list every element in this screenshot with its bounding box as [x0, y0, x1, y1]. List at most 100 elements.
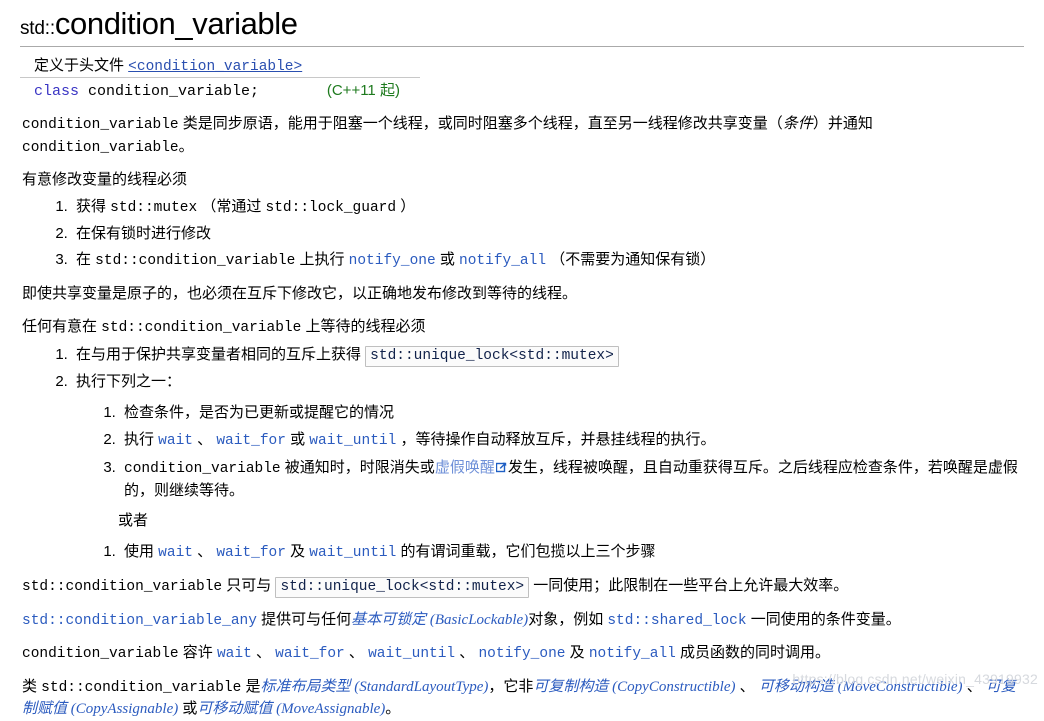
copy-constructible-link[interactable]: 可复制构造 (CopyConstructible) — [533, 679, 735, 695]
traits-text-5: 或 — [178, 700, 198, 718]
header-file-link[interactable]: <condition_variable> — [128, 59, 302, 75]
basic-lockable-link[interactable]: 基本可锁定 (BasicLockable) — [351, 612, 528, 628]
external-link-icon — [495, 462, 507, 473]
notify-all-link[interactable]: notify_all — [459, 253, 546, 269]
alt-wait-for-link[interactable]: wait_for — [216, 545, 286, 561]
intro-text-3: 。 — [178, 137, 194, 155]
modify-lead: 有意修改变量的线程必须 — [22, 171, 188, 189]
intro-text-2: ）并通知 — [812, 115, 873, 132]
notify-one-link[interactable]: notify_one — [349, 253, 436, 269]
move-assignable-link[interactable]: 可移动赋值 (MoveAssignable) — [197, 701, 385, 717]
concurrent-wait-for-link[interactable]: wait_for — [275, 646, 345, 662]
concurrent-text-6: 成员函数的同时调用。 — [675, 644, 831, 662]
alt-wait-until-link[interactable]: wait_until — [309, 545, 396, 561]
list-item: 在 std::condition_variable 上执行 notify_one… — [72, 249, 1044, 272]
traits-text-1: 是 — [241, 677, 261, 695]
intro-text-1: 类是同步原语，能用于阻塞一个线程，或同时阻塞多个线程，直至另一线程修改共享变量（ — [178, 115, 783, 132]
list-item: 在与用于保护共享变量者相同的互斥上获得 std::unique_lock<std… — [72, 344, 1044, 368]
traits-text-3: 、 — [735, 677, 759, 695]
unique-lock-text-1: 只可与 — [222, 577, 276, 595]
concurrent-text-1: 容许 — [178, 644, 217, 662]
declaration-signature-row: class condition_variable; (C++11 起) — [20, 78, 420, 103]
substep2-text-3: 或 — [285, 430, 310, 448]
list-item: 在保有锁时进行修改 — [72, 223, 1044, 245]
intro-paragraph: condition_variable 类是同步原语，能用于阻塞一个线程，或同时阻… — [22, 113, 1028, 158]
list-item: condition_variable 被通知时，时限消失或虚假唤醒发生，线程被唤… — [120, 457, 1024, 502]
step3-text-3: 或 — [435, 251, 460, 269]
concurrent-notify-all-link[interactable]: notify_all — [589, 646, 676, 662]
substep2-text-4: ，等待操作自动释放互斥，并悬挂线程的执行。 — [396, 430, 716, 448]
intro-italic-condition: 条件 — [782, 115, 813, 132]
traits-text-0: 类 — [22, 677, 42, 695]
page-title-namespace: std:: — [20, 18, 55, 39]
type-traits-paragraph: 类 std::condition_variable 是标准布局类型 (Stand… — [22, 676, 1028, 721]
step3-code-cv: std::condition_variable — [95, 253, 296, 270]
declaration-header-row: 定义于头文件 <condition_variable> — [20, 53, 420, 78]
wait-until-link[interactable]: wait_until — [309, 433, 396, 449]
intro-code-1: condition_variable — [22, 117, 179, 133]
wait-for-link[interactable]: wait_for — [216, 433, 286, 449]
step1-text-1: 获得 — [76, 198, 111, 216]
wait-step2-text: 执行下列之一： — [76, 373, 182, 391]
defined-in-cell: 定义于头文件 <condition_variable> — [20, 53, 420, 78]
concurrent-notify-one-link[interactable]: notify_one — [478, 646, 565, 662]
substep2-text-2: 、 — [192, 430, 217, 448]
condition-variable-any-paragraph: std::condition_variable_any 提供可与任何基本可锁定 … — [22, 609, 1028, 632]
any-text-1: 提供可与任何 — [256, 610, 352, 628]
modify-steps-list: 获得 std::mutex （常通过 std::lock_guard ） 在保有… — [0, 196, 1044, 272]
wait-lead-pre: 任何有意在 — [22, 317, 102, 335]
substep3-code: condition_variable — [124, 460, 281, 477]
cv-code: std::condition_variable — [22, 579, 223, 596]
step3-text-1: 在 — [76, 251, 96, 269]
unique-lock-text-2: 一同使用；此限制在一些平台上允许最大效率。 — [529, 577, 849, 595]
shared-lock-link[interactable]: std::shared_lock — [607, 613, 746, 629]
wait-lead-code: std::condition_variable — [101, 319, 302, 336]
atomic-note: 即使共享变量是原子的，也必须在互斥下修改它，以正确地发布修改到等待的线程。 — [22, 285, 578, 303]
concurrent-text-4: 、 — [455, 644, 479, 662]
unique-lock-codebox: std::unique_lock<std::mutex> — [365, 346, 619, 368]
step1-code-mutex: std::mutex — [110, 200, 198, 217]
standard-layout-type-link[interactable]: 标准布局类型 (StandardLayoutType) — [260, 679, 488, 695]
step1-text-2: （常通过 — [197, 198, 266, 216]
wait-link[interactable]: wait — [158, 433, 193, 449]
since-version-badge: (C++11 起) — [326, 82, 400, 99]
step1-text-3: ） — [396, 198, 416, 216]
alt-wait-link[interactable]: wait — [158, 545, 193, 561]
alt-text-3: 及 — [285, 543, 310, 561]
alt-text-2: 、 — [192, 543, 217, 561]
title-divider — [20, 46, 1024, 47]
concurrent-wait-link[interactable]: wait — [217, 646, 252, 662]
step1-code-lockguard: std::lock_guard — [265, 200, 397, 217]
list-item: 使用 wait 、 wait_for 及 wait_until 的有谓词重载，它… — [120, 541, 1044, 564]
traits-code: std::condition_variable — [41, 679, 242, 696]
move-constructible-link[interactable]: 可移动构造 (MoveConstructible) — [759, 679, 963, 695]
unique-lock-codebox-2: std::unique_lock<std::mutex> — [275, 577, 530, 599]
declaration-table: 定义于头文件 <condition_variable> class condit… — [20, 53, 420, 102]
list-item: 获得 std::mutex （常通过 std::lock_guard ） — [72, 196, 1044, 219]
class-signature: condition_variable; — [79, 83, 260, 100]
page-title-name: condition_variable — [54, 6, 298, 41]
alt-text-4: 的有谓词重载，它们包揽以上三个步骤 — [396, 543, 656, 561]
list-item: 执行 wait 、 wait_for 或 wait_until ，等待操作自动释… — [120, 429, 1044, 452]
page-title: std::condition_variable — [0, 0, 1044, 42]
alt-text-1: 使用 — [124, 543, 159, 561]
or-label: 或者 — [118, 512, 149, 530]
step3-text-2: 上执行 — [295, 251, 349, 269]
concurrent-code: condition_variable — [22, 646, 179, 663]
concurrent-calls-paragraph: condition_variable 容许 wait 、 wait_for 、 … — [22, 642, 1028, 665]
any-text-3: 一同使用的条件变量。 — [746, 610, 901, 628]
traits-text-6: 。 — [385, 700, 401, 718]
substep3-text-1: 被通知时，时限消失或 — [280, 458, 435, 476]
concurrent-wait-until-link[interactable]: wait_until — [368, 646, 455, 662]
wait-step1-text: 在与用于保护共享变量者相同的互斥上获得 — [76, 346, 366, 364]
condition-variable-any-link[interactable]: std::condition_variable_any — [22, 613, 257, 629]
wait-alt-list: 使用 wait 、 wait_for 及 wait_until 的有谓词重载，它… — [76, 541, 1044, 564]
substep2-text-1: 执行 — [124, 430, 159, 448]
list-item: 检查条件，是否为已更新或提醒它的情况 — [120, 402, 1044, 424]
wait-lead: 任何有意在 std::condition_variable 上等待的线程必须 — [22, 316, 1028, 339]
spurious-wakeup-link[interactable]: 虚假唤醒 — [435, 459, 495, 476]
wait-lead-post: 上等待的线程必须 — [301, 317, 426, 335]
wait-substeps-list: 检查条件，是否为已更新或提醒它的情况 执行 wait 、 wait_for 或 … — [76, 402, 1044, 502]
substep1-text: 检查条件，是否为已更新或提醒它的情况 — [124, 403, 395, 421]
any-text-2: 对象，例如 — [528, 610, 608, 628]
